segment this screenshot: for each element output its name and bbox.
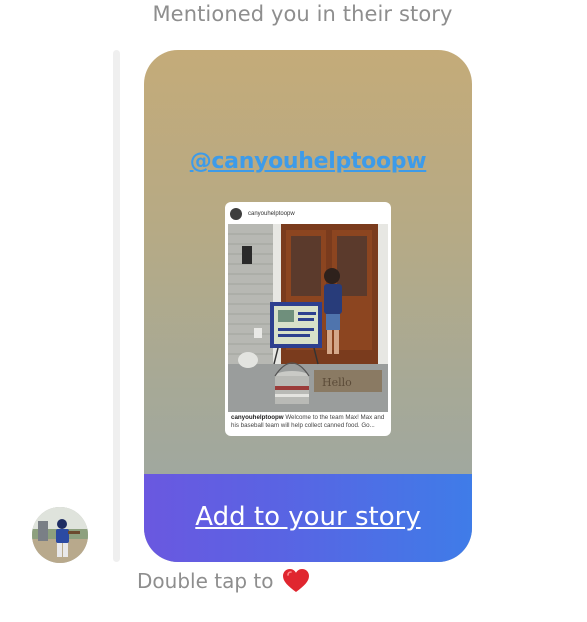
post-author-username: canyouhelptoopw xyxy=(248,211,295,217)
shared-post-card: canyouhelptoopw Hello canyouhelptoopw We… xyxy=(225,202,391,436)
story-mention-notice: Mentioned you in their story xyxy=(152,2,453,26)
svg-text:Hello: Hello xyxy=(322,376,352,389)
sender-avatar[interactable] xyxy=(32,507,88,563)
story-preview-card[interactable]: @canyouhelptoopw canyouhelptoopw Hello c… xyxy=(144,50,472,562)
avatar-photo xyxy=(32,507,88,563)
post-header: canyouhelptoopw xyxy=(230,207,295,221)
post-author-avatar xyxy=(230,208,242,220)
post-photo-image: Hello xyxy=(228,224,388,412)
red-heart-icon[interactable] xyxy=(282,568,310,594)
post-photo: Hello xyxy=(228,224,388,412)
dm-thread-view: Mentioned you in their story @canyouhelp… xyxy=(0,0,587,622)
add-to-story-label: Add to your story xyxy=(195,502,421,532)
double-tap-hint: Double tap to xyxy=(137,568,310,594)
caption-username: canyouhelptoopw xyxy=(231,414,284,421)
add-to-story-button[interactable]: Add to your story xyxy=(144,474,472,562)
heart-glyph xyxy=(283,569,310,592)
double-tap-text: Double tap to xyxy=(137,569,274,593)
reply-indicator-bar xyxy=(113,50,120,562)
post-caption: canyouhelptoopw Welcome to the team Max!… xyxy=(231,414,387,430)
mention-handle-link[interactable]: @canyouhelptoopw xyxy=(144,149,472,174)
